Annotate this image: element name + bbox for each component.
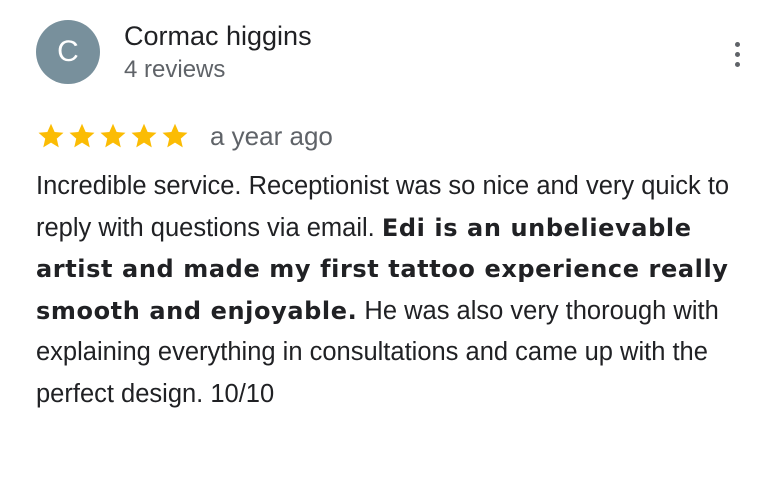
- more-options-button[interactable]: [722, 36, 752, 72]
- review-text: Incredible service. Receptionist was so …: [36, 166, 758, 416]
- more-vert-icon-dot: [734, 51, 740, 57]
- rating-row: a year ago: [36, 118, 333, 154]
- star-icon: [100, 123, 126, 148]
- more-vert-icon: [734, 41, 740, 47]
- review-date: a year ago: [210, 121, 333, 151]
- more-vert-icon-dot: [734, 61, 740, 67]
- star-icon: [131, 123, 157, 148]
- star-icon: [38, 123, 64, 148]
- star-icon: [69, 123, 95, 148]
- star-rating: [36, 121, 190, 151]
- reviewer-name[interactable]: Cormac higgins: [124, 18, 312, 54]
- avatar[interactable]: C: [36, 20, 100, 84]
- star-icon: [162, 123, 188, 148]
- review-count: 4 reviews: [124, 56, 226, 83]
